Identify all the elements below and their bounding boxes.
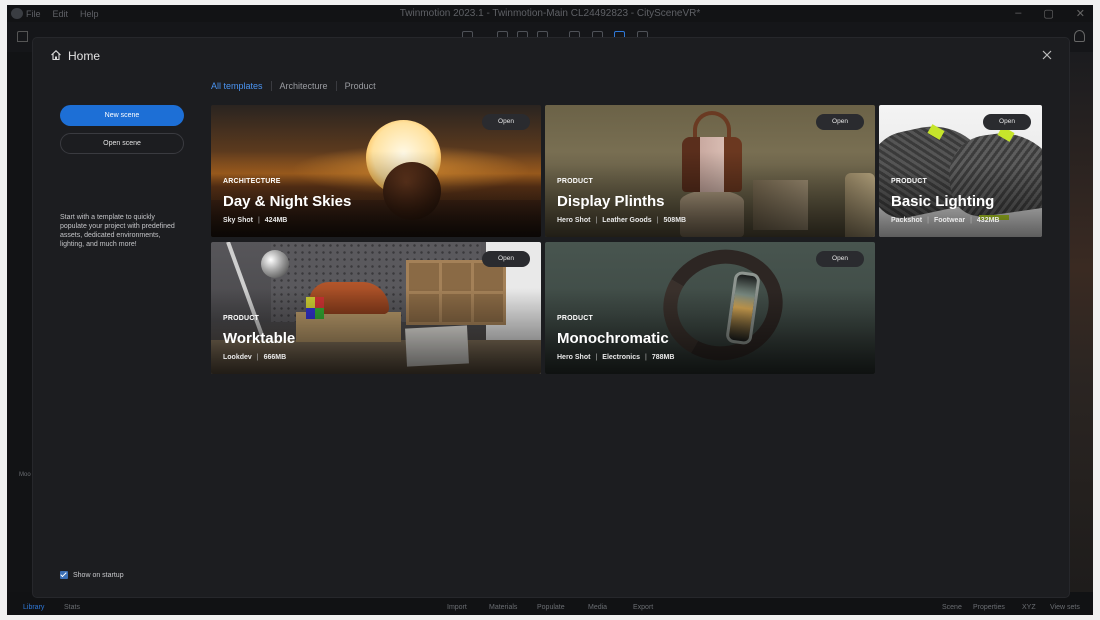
toolbar-home-icon[interactable] [17, 31, 28, 42]
viewport-edge [1068, 52, 1093, 592]
title-bar: File Edit Help Twinmotion 2023.1 - Twinm… [7, 5, 1093, 22]
template-card-display-plinths[interactable]: Open PRODUCT Display Plinths Hero Shot |… [545, 105, 875, 237]
card-tag: Hero Shot [557, 217, 591, 224]
card-tag: Sky Shot [223, 217, 253, 224]
open-button[interactable]: Open [816, 114, 864, 130]
bottom-properties[interactable]: Properties [973, 604, 1005, 611]
home-dialog: Home New scene Open scene Start with a t… [33, 38, 1069, 597]
tab-product[interactable]: Product [345, 81, 376, 91]
template-card-worktable[interactable]: Open PRODUCT Worktable Lookdev | 666MB [211, 242, 541, 374]
bottom-library[interactable]: Library [23, 604, 44, 611]
window-close-icon[interactable]: ✕ [1076, 7, 1085, 20]
bottom-populate[interactable]: Populate [537, 604, 565, 611]
home-icon [51, 50, 61, 61]
show-on-startup-label: Show on startup [73, 571, 124, 579]
open-button[interactable]: Open [482, 114, 530, 130]
card-tag: Leather Goods [602, 217, 652, 224]
card-meta: Hero Shot | Electronics | 788MB [557, 354, 674, 361]
card-title: Monochromatic [557, 330, 669, 347]
close-icon[interactable] [1040, 48, 1054, 62]
meta-separator: | [595, 354, 598, 361]
card-size: 508MB [663, 217, 687, 224]
dialog-title: Home [68, 49, 101, 63]
template-card-basic-lighting[interactable]: Open PRODUCT Basic Lighting Packshot | F… [879, 105, 1042, 237]
card-tag: Packshot [891, 217, 923, 224]
template-card-monochromatic[interactable]: Open PRODUCT Monochromatic Hero Shot | E… [545, 242, 875, 374]
left-rail: Moo [7, 52, 33, 592]
meta-separator: | [927, 217, 929, 224]
card-meta: Packshot | Footwear | 432MB [891, 217, 999, 224]
user-icon[interactable] [1074, 30, 1085, 42]
meta-separator: | [595, 217, 598, 224]
card-category: PRODUCT [557, 315, 594, 322]
open-button[interactable]: Open [816, 251, 864, 267]
card-meta: Hero Shot | Leather Goods | 508MB [557, 217, 686, 224]
card-title: Worktable [223, 330, 296, 347]
bottom-materials[interactable]: Materials [489, 604, 517, 611]
new-scene-button[interactable]: New scene [60, 105, 184, 126]
card-size: 432MB [976, 217, 1000, 224]
meta-separator: | [257, 217, 260, 224]
bottom-import[interactable]: Import [447, 604, 467, 611]
tab-divider [335, 81, 337, 91]
template-filter-tabs: All templates Architecture Product [211, 81, 376, 91]
meta-separator: | [645, 354, 647, 361]
card-size: 424MB [264, 217, 288, 224]
card-meta: Lookdev | 666MB [223, 354, 286, 361]
card-category: PRODUCT [891, 178, 928, 185]
bottom-view-sets[interactable]: View sets [1050, 604, 1080, 611]
meta-separator: | [256, 354, 259, 361]
tab-architecture[interactable]: Architecture [280, 81, 328, 91]
meta-separator: | [656, 217, 659, 224]
meta-separator: | [970, 217, 972, 224]
template-card-day-night-skies[interactable]: Open ARCHITECTURE Day & Night Skies Sky … [211, 105, 541, 237]
card-category: PRODUCT [223, 315, 260, 322]
card-tag: Electronics [602, 354, 641, 361]
window-controls: – ▢ ✕ [1015, 7, 1085, 20]
card-title: Basic Lighting [891, 193, 995, 210]
card-title: Day & Night Skies [223, 193, 352, 210]
bottom-media[interactable]: Media [588, 604, 607, 611]
dialog-header: Home [33, 38, 1069, 74]
maximize-icon[interactable]: ▢ [1043, 7, 1053, 20]
card-category: PRODUCT [557, 178, 594, 185]
bottom-export[interactable]: Export [633, 604, 653, 611]
window-title: Twinmotion 2023.1 - Twinmotion-Main CL24… [399, 8, 701, 19]
left-rail-label: Moo [19, 472, 31, 478]
bottom-scene[interactable]: Scene [942, 604, 962, 611]
minimize-icon[interactable]: – [1015, 7, 1021, 20]
card-meta: Sky Shot | 424MB [223, 217, 287, 224]
open-button[interactable]: Open [983, 114, 1031, 130]
templates-description: Start with a template to quickly populat… [60, 214, 175, 248]
tab-divider [270, 81, 272, 91]
bottom-xyz[interactable]: XYZ [1022, 604, 1036, 611]
show-on-startup[interactable]: Show on startup [60, 571, 124, 579]
card-tag: Hero Shot [557, 354, 591, 361]
card-size: 666MB [263, 354, 287, 361]
card-tag: Lookdev [223, 354, 252, 361]
bottom-stats[interactable]: Stats [64, 604, 80, 611]
open-button[interactable]: Open [482, 251, 530, 267]
card-category: ARCHITECTURE [223, 178, 281, 185]
open-scene-button[interactable]: Open scene [60, 133, 184, 154]
card-title: Display Plinths [557, 193, 665, 210]
card-size: 788MB [651, 354, 675, 361]
show-on-startup-checkbox[interactable] [60, 571, 68, 579]
card-tag: Footwear [933, 217, 966, 224]
tab-all-templates[interactable]: All templates [211, 81, 263, 91]
